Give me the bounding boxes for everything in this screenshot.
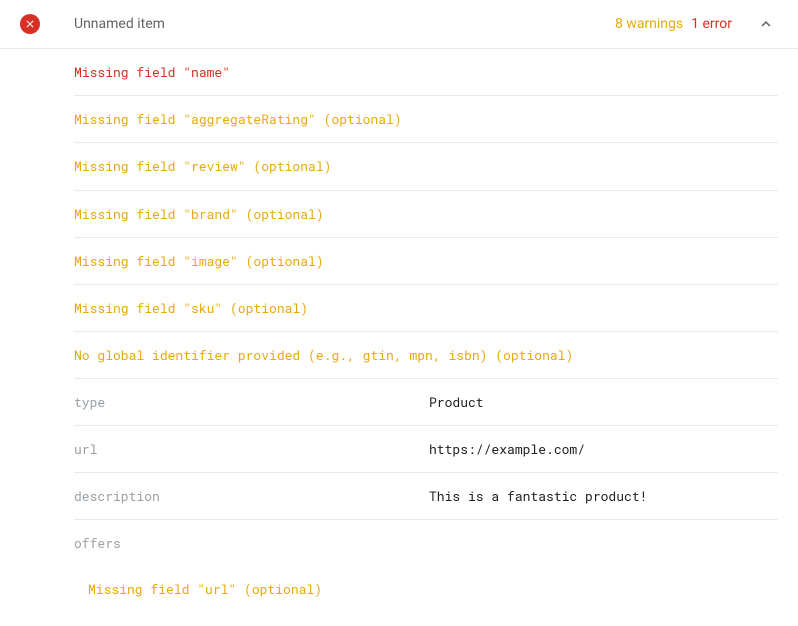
property-key: url (74, 440, 429, 458)
warnings-count: 8 warnings (615, 16, 683, 32)
validation-message: Missing field "aggregateRating" (optiona… (74, 96, 778, 143)
property-key: offers (74, 534, 429, 552)
property-key: type (74, 393, 429, 411)
errors-count: 1 error (691, 16, 732, 32)
property-key: description (74, 487, 429, 505)
chevron-up-icon (757, 15, 775, 33)
item-title: Unnamed item (74, 16, 615, 32)
validation-message: Missing field "brand" (optional) (74, 191, 778, 238)
property-row: urlhttps://example.com/ (74, 426, 778, 473)
item-body: Missing field "name"Missing field "aggre… (0, 49, 798, 626)
validation-message: Missing field "url" (optional) (74, 566, 778, 606)
item-counts: 8 warnings 1 error (615, 16, 732, 32)
validation-message: Missing field "image" (optional) (74, 238, 778, 285)
collapse-toggle[interactable] (754, 12, 778, 36)
validation-message: Missing field "sku" (optional) (74, 285, 778, 332)
property-row: typeProduct (74, 379, 778, 426)
property-value: Product (429, 393, 778, 411)
property-value (429, 534, 778, 552)
property-row: descriptionThis is a fantastic product! (74, 473, 778, 520)
validation-message: Missing field "review" (optional) (74, 143, 778, 190)
error-icon (20, 14, 40, 34)
property-value: This is a fantastic product! (429, 487, 778, 505)
property-row: offers (74, 520, 778, 566)
validation-message: No global identifier provided (e.g., gti… (74, 332, 778, 379)
item-header[interactable]: Unnamed item 8 warnings 1 error (0, 0, 798, 49)
property-value: https://example.com/ (429, 440, 778, 458)
validation-message: Missing field "name" (74, 49, 778, 96)
